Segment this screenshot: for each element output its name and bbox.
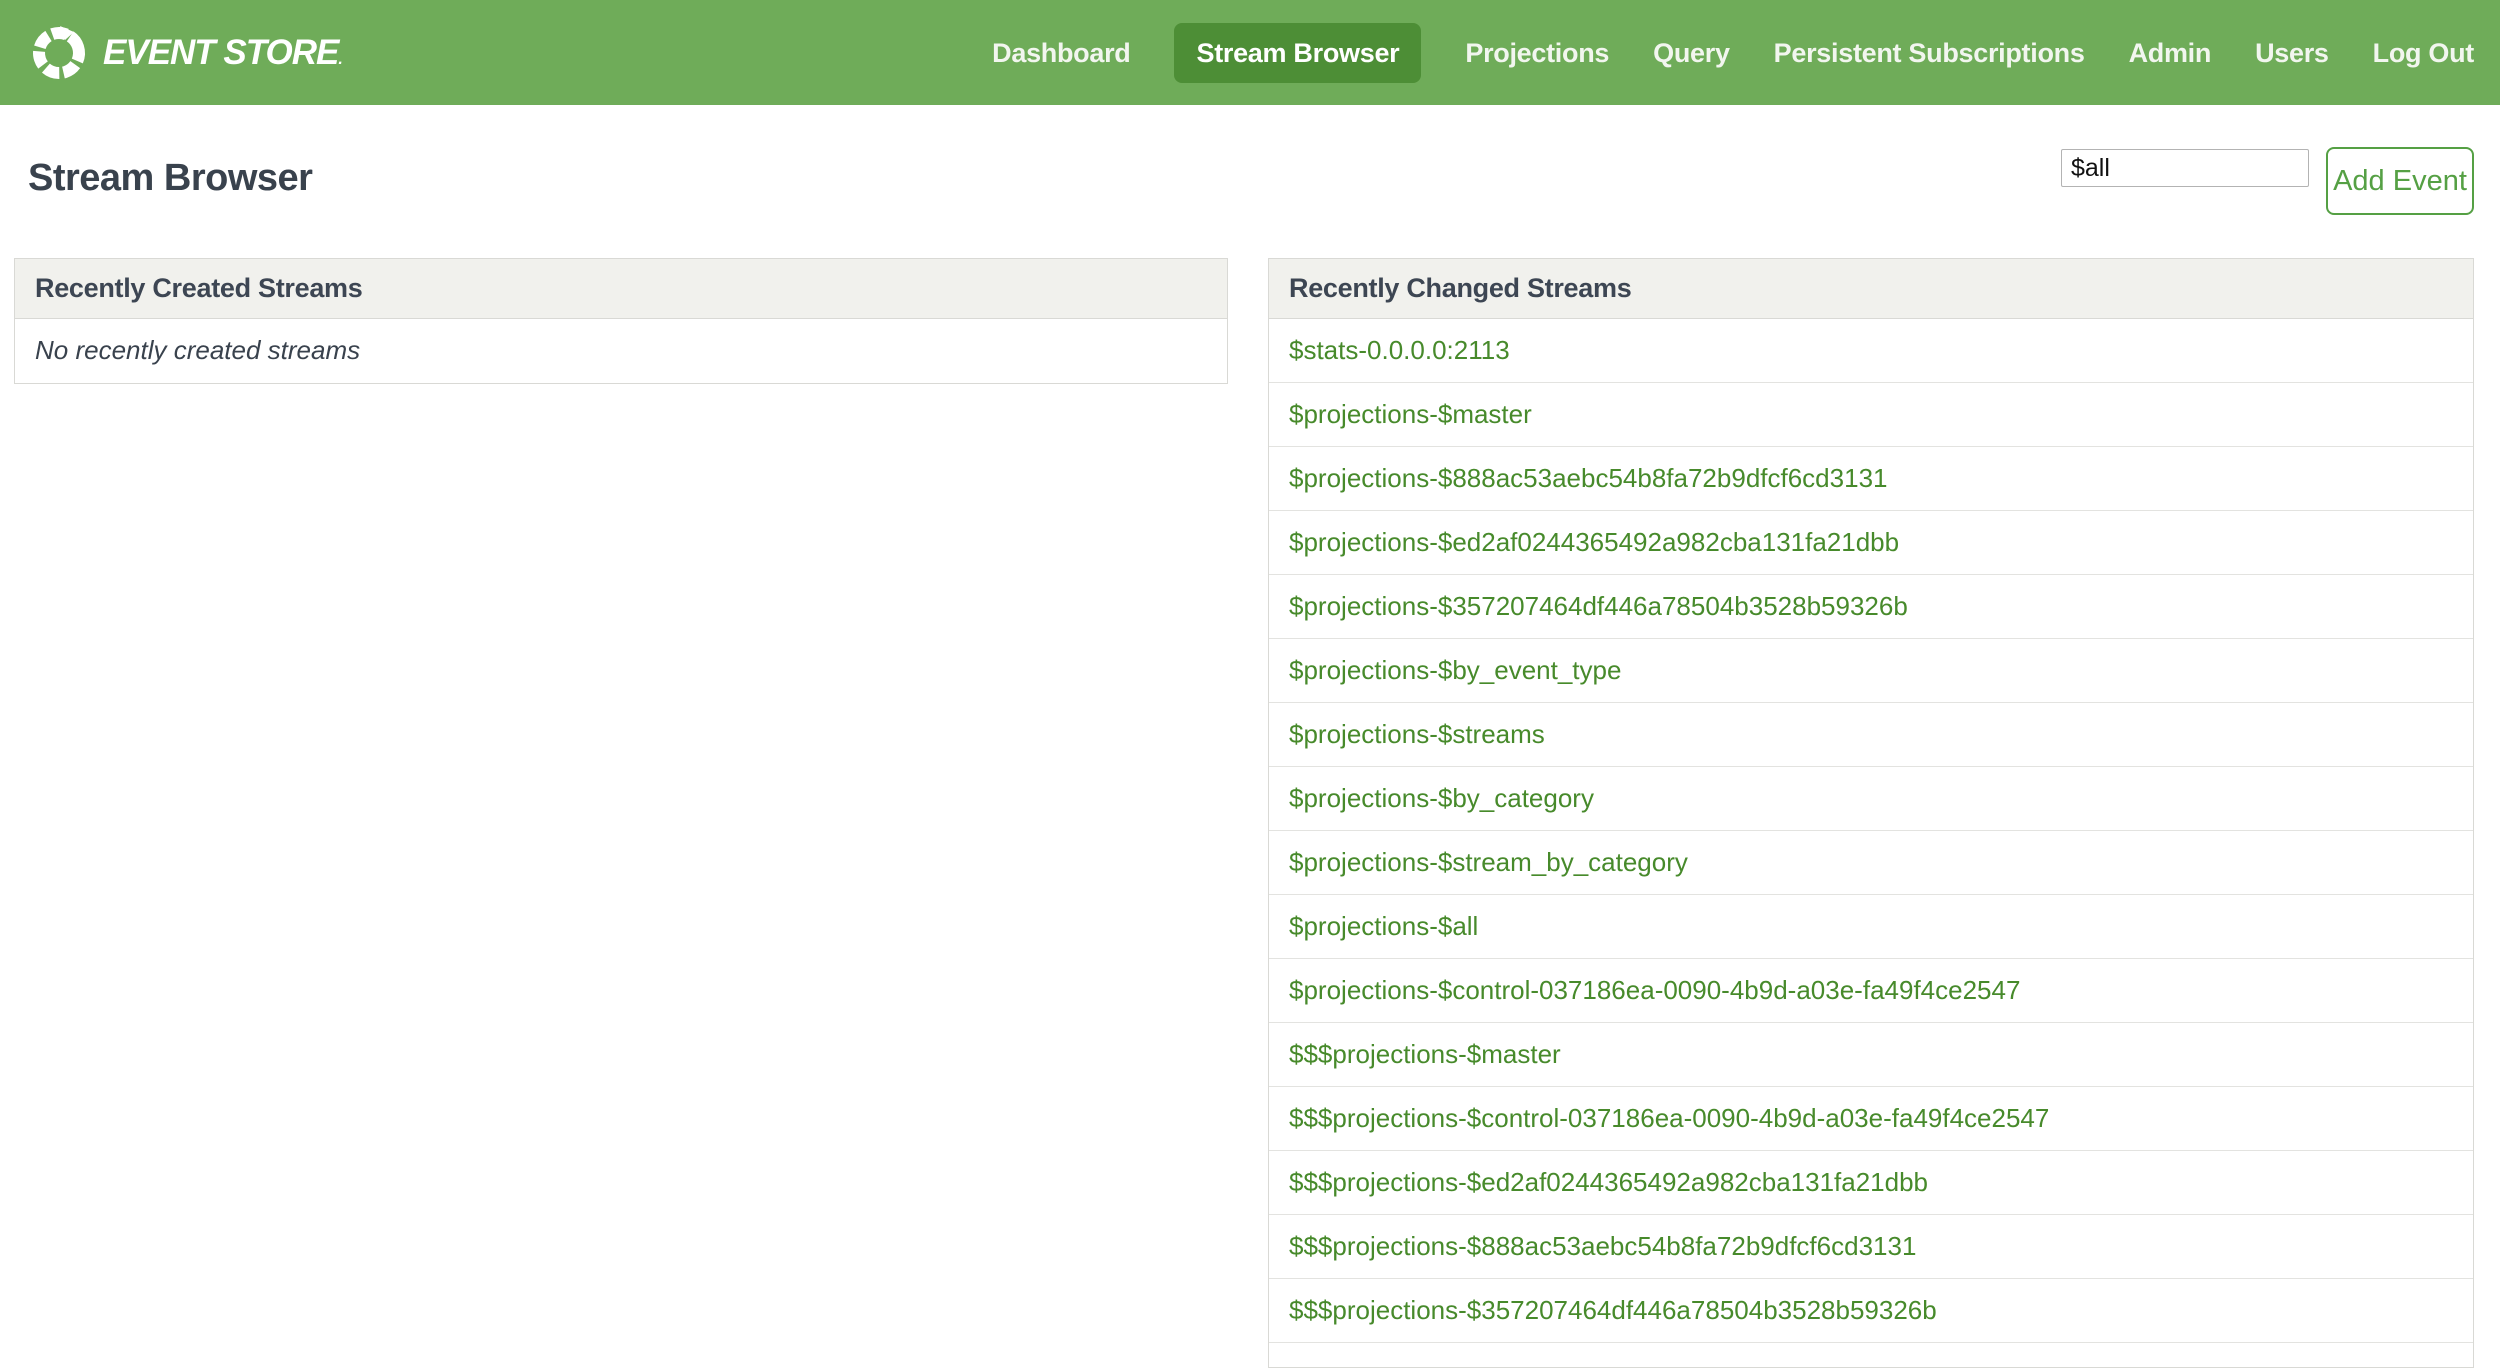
stream-row: $projections-$357207464df446a78504b3528b… — [1269, 575, 2473, 639]
stream-link[interactable]: $$$projections-$ed2af0244365492a982cba13… — [1269, 1151, 2473, 1214]
recently-created-title: Recently Created Streams — [15, 259, 1227, 319]
stream-row: $$$projections-$ed2af0244365492a982cba13… — [1269, 1151, 2473, 1215]
stream-row: $$$projections-$control-037186ea-0090-4b… — [1269, 1087, 2473, 1151]
nav-item-projections[interactable]: Projections — [1465, 23, 1609, 83]
stream-row: $$$projections-$888ac53aebc54b8fa72b9dfc… — [1269, 1215, 2473, 1279]
stream-link[interactable]: $$$projections-$control-037186ea-0090-4b… — [1269, 1087, 2473, 1150]
stream-controls: Add Event — [2061, 147, 2474, 215]
stream-row: $projections-$control-037186ea-0090-4b9d… — [1269, 959, 2473, 1023]
stream-row: $$$projections-$master — [1269, 1023, 2473, 1087]
stream-link[interactable]: $projections-$by_category — [1269, 767, 2473, 830]
logo-wordmark: EVENT STORE. — [103, 32, 343, 72]
stream-link[interactable]: $projections-$stream_by_category — [1269, 831, 2473, 894]
stream-row: $projections-$888ac53aebc54b8fa72b9dfcf6… — [1269, 447, 2473, 511]
stream-row: $$$projections-$357207464df446a78504b352… — [1269, 1279, 2473, 1343]
stream-link[interactable]: $projections-$357207464df446a78504b3528b… — [1269, 575, 2473, 638]
stream-link[interactable]: $projections-$888ac53aebc54b8fa72b9dfcf6… — [1269, 447, 2473, 510]
stream-link[interactable]: $projections-$master — [1269, 383, 2473, 446]
eventstore-logo: EVENT STORE. — [30, 24, 343, 82]
eventstore-ring-icon — [33, 25, 85, 79]
stream-name-input[interactable] — [2061, 149, 2309, 187]
stream-row: $projections-$by_category — [1269, 767, 2473, 831]
page-header: Stream Browser Add Event — [0, 105, 2500, 215]
stream-row: $projections-$master — [1269, 383, 2473, 447]
recently-changed-title: Recently Changed Streams — [1269, 259, 2473, 319]
main-nav: Dashboard Stream Browser Projections Query P… — [992, 0, 2474, 105]
recently-changed-panel: Recently Changed Streams $stats-0.0.0.0:… — [1268, 258, 2474, 1368]
stream-link[interactable]: $projections-$all — [1269, 895, 2473, 958]
nav-item-query[interactable]: Query — [1653, 23, 1730, 83]
stream-link[interactable]: $projections-$streams — [1269, 703, 2473, 766]
stream-row: $projections-$streams — [1269, 703, 2473, 767]
stream-row: $projections-$stream_by_category — [1269, 831, 2473, 895]
stream-row: $projections-$ed2af0244365492a982cba131f… — [1269, 511, 2473, 575]
stream-row: $stats-0.0.0.0:2113 — [1269, 319, 2473, 383]
top-navbar: EVENT STORE. Dashboard Stream Browser Proj… — [0, 0, 2500, 105]
nav-item-stream-browser[interactable]: Stream Browser — [1174, 22, 1422, 83]
nav-item-users[interactable]: Users — [2255, 23, 2329, 83]
stream-panels: Recently Created Streams No recently cre… — [14, 258, 2474, 1368]
nav-item-log-out[interactable]: Log Out — [2373, 23, 2475, 83]
nav-item-persistent-subscriptions[interactable]: Persistent Subscriptions — [1774, 23, 2085, 83]
stream-row: $projections-$all — [1269, 895, 2473, 959]
stream-link[interactable]: $$$projections-$888ac53aebc54b8fa72b9dfc… — [1269, 1215, 2473, 1278]
stream-link[interactable]: $$$projections-$master — [1269, 1023, 2473, 1086]
page-title: Stream Browser — [28, 157, 313, 199]
stream-link[interactable]: $$$projections-$357207464df446a78504b352… — [1269, 1279, 2473, 1342]
add-event-button[interactable]: Add Event — [2326, 147, 2474, 215]
nav-item-dashboard[interactable]: Dashboard — [992, 23, 1131, 83]
stream-list: $stats-0.0.0.0:2113 $projections-$master… — [1269, 319, 2473, 1343]
panel-tail — [1269, 1343, 2473, 1367]
stream-link[interactable]: $projections-$ed2af0244365492a982cba131f… — [1269, 511, 2473, 574]
recently-created-panel: Recently Created Streams No recently cre… — [14, 258, 1228, 384]
stream-link[interactable]: $projections-$by_event_type — [1269, 639, 2473, 702]
logo-mark: . — [338, 50, 343, 68]
stream-link[interactable]: $projections-$control-037186ea-0090-4b9d… — [1269, 959, 2473, 1022]
no-streams-message: No recently created streams — [35, 335, 361, 365]
stream-link[interactable]: $stats-0.0.0.0:2113 — [1269, 319, 2473, 382]
nav-item-admin[interactable]: Admin — [2129, 23, 2212, 83]
stream-row: $projections-$by_event_type — [1269, 639, 2473, 703]
